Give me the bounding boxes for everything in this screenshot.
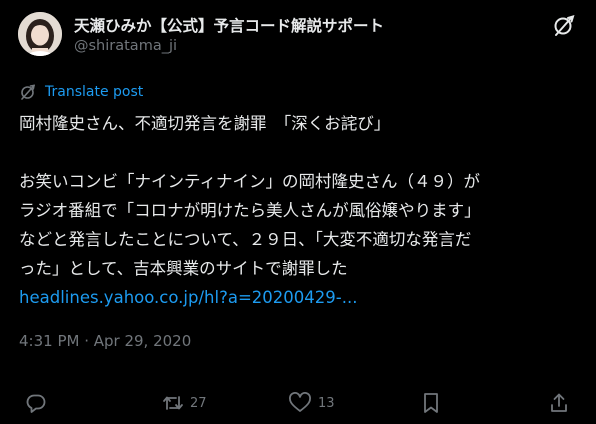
repost-button[interactable]: 27 xyxy=(162,392,207,414)
post-timestamp[interactable]: 4:31 PM · Apr 29, 2020 xyxy=(19,332,191,350)
profile-avatar[interactable] xyxy=(18,12,62,56)
like-button[interactable]: 13 xyxy=(288,392,335,414)
reply-button[interactable] xyxy=(25,392,47,414)
grok-icon[interactable] xyxy=(551,13,577,39)
like-count: 13 xyxy=(318,395,335,411)
bookmark-button[interactable] xyxy=(421,392,441,414)
post-link[interactable]: headlines.yahoo.co.jp/hl?a=20200429-... xyxy=(19,283,357,312)
reply-icon xyxy=(26,394,46,413)
heart-icon xyxy=(289,392,311,412)
avatar-image xyxy=(18,12,62,56)
translate-label: Translate post xyxy=(45,84,144,100)
share-icon xyxy=(551,393,567,412)
repost-icon xyxy=(163,396,183,410)
author-display-name[interactable]: 天瀬ひみか【公式】予言コード解説サポート xyxy=(74,14,384,36)
translate-post-button[interactable]: Translate post xyxy=(19,83,143,101)
post-body: 岡村隆史さん、不適切発言を謝罪 「深くお詫び」 お笑いコンビ「ナインティナイン」… xyxy=(19,114,481,278)
share-button[interactable] xyxy=(549,392,569,414)
author-handle[interactable]: @shiratama_ji xyxy=(74,38,177,54)
repost-count: 27 xyxy=(190,395,207,411)
bookmark-icon xyxy=(424,393,438,413)
translate-icon xyxy=(21,84,36,100)
